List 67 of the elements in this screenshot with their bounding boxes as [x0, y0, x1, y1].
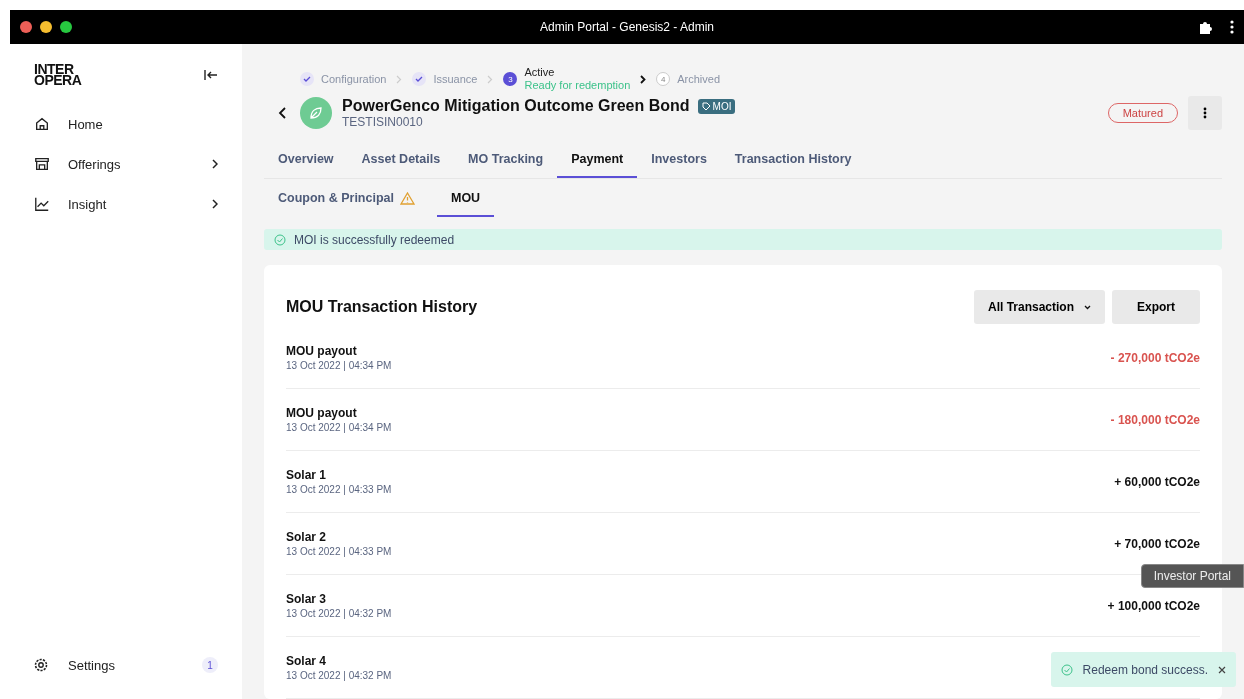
bond-title: PowerGenco Mitigation Outcome Green Bond	[342, 97, 690, 115]
step-label: Archived	[677, 72, 721, 86]
transaction-amount: - 270,000 tCO2e	[1110, 350, 1200, 365]
filter-dropdown[interactable]: All Transaction	[973, 290, 1105, 324]
chevron-right-icon	[640, 74, 647, 84]
transaction-name: Solar 4	[286, 654, 328, 668]
close-icon[interactable]	[20, 21, 32, 33]
step-number: 3	[503, 72, 518, 86]
transaction-amount: + 60,000 tCO2e	[1114, 474, 1200, 489]
nav-item[interactable]: Home	[34, 104, 218, 144]
collapse-icon[interactable]	[204, 69, 218, 81]
nav-item[interactable]: Insight	[34, 184, 218, 224]
check-circle-icon	[1060, 663, 1073, 676]
tab[interactable]: Transaction History	[720, 144, 866, 178]
caret-icon	[1084, 304, 1091, 310]
transaction-date: 13 Oct 2022 | 04:32 PM	[286, 670, 392, 681]
tooltip: Investor Portal	[1140, 564, 1244, 588]
tab[interactable]: MOU	[437, 181, 495, 217]
tab[interactable]: Asset Details	[347, 144, 455, 178]
card-title: MOU Transaction History	[286, 298, 478, 316]
puzzle-icon[interactable]	[1198, 20, 1212, 34]
step-sublabel: Ready for redemption	[524, 79, 631, 92]
transaction-name: MOU payout	[286, 344, 358, 358]
tab[interactable]: MO Tracking	[454, 144, 558, 178]
nav-item[interactable]: Offerings	[34, 144, 218, 184]
maximize-icon[interactable]	[60, 21, 72, 33]
logo: INTER OPERA	[34, 64, 82, 86]
transaction-name: Solar 2	[286, 530, 328, 544]
tab[interactable]: Coupon & Principal	[264, 181, 429, 217]
chevron-right-icon	[487, 74, 494, 84]
transaction-amount: + 70,000 tCO2e	[1114, 536, 1200, 551]
more-icon[interactable]	[1230, 20, 1234, 34]
minimize-icon[interactable]	[40, 21, 52, 33]
tab[interactable]: Payment	[557, 144, 638, 178]
transaction-name: Solar 3	[286, 592, 328, 606]
transaction-date: 13 Oct 2022 | 04:32 PM	[286, 608, 392, 619]
transaction-name: Solar 1	[286, 468, 328, 482]
transaction-date: 13 Oct 2022 | 04:33 PM	[286, 484, 392, 495]
tab[interactable]: Investors	[637, 144, 721, 178]
transaction-date: 13 Oct 2022 | 04:33 PM	[286, 546, 392, 557]
step-number: 4	[656, 72, 671, 86]
settings-icon	[34, 658, 48, 672]
tag-badge: MOI	[697, 98, 736, 114]
transaction-date: 13 Oct 2022 | 04:34 PM	[286, 360, 392, 371]
transaction-name: MOU payout	[286, 406, 358, 420]
window-title: Admin Portal - Genesis2 - Admin	[539, 20, 715, 34]
close-icon	[1218, 666, 1226, 674]
transaction-amount: + 100,000 tCO2e	[1107, 598, 1200, 613]
home-icon	[34, 116, 50, 132]
chevron-right-icon	[396, 74, 403, 84]
transaction-amount: - 180,000 tCO2e	[1110, 412, 1200, 427]
step-label: Configuration	[321, 72, 387, 86]
count-badge: 1	[202, 657, 218, 673]
export-button[interactable]: Export	[1112, 290, 1200, 324]
store-icon	[34, 156, 50, 172]
alert-text: MOI is successfully redeemed	[294, 232, 455, 247]
chart-icon	[34, 196, 50, 212]
step-label: Active	[524, 66, 556, 79]
isin-code: TESTISIN0010	[342, 115, 424, 129]
tab[interactable]: Overview	[264, 144, 348, 178]
check-circle-icon	[274, 233, 286, 246]
transaction-date: 13 Oct 2022 | 04:34 PM	[286, 422, 392, 433]
step-label: Issuance	[433, 72, 478, 86]
more-icon	[1203, 106, 1207, 120]
settings-item[interactable]: Settings 1	[34, 645, 218, 685]
leaf-icon	[300, 97, 332, 129]
toast-text: Redeem bond success.	[1082, 662, 1208, 677]
